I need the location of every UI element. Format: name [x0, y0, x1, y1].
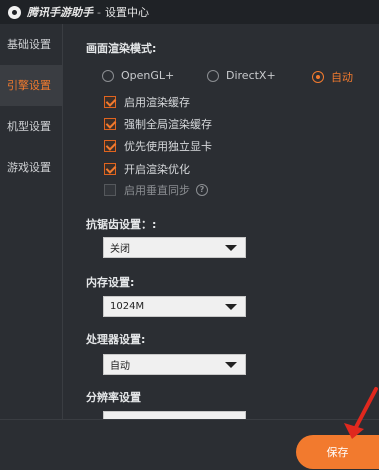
- checkbox-label: 开启渲染优化: [124, 163, 190, 176]
- checkbox-box: [104, 96, 116, 108]
- checkbox-box: [104, 184, 116, 196]
- checkbox-label: 启用垂直同步: [124, 184, 190, 197]
- help-icon[interactable]: ?: [196, 184, 208, 196]
- chevron-down-icon: [225, 245, 237, 251]
- select-value: 自动: [110, 361, 130, 372]
- title-bar: 腾讯手游助手 - 设置中心: [0, 0, 379, 24]
- title-separator: -: [97, 5, 101, 19]
- checkbox-box: [104, 140, 116, 152]
- sidebar-item-basic[interactable]: 基础设置: [0, 24, 62, 65]
- checkbox-vsync[interactable]: 启用垂直同步 ?: [104, 182, 208, 198]
- sidebar-item-game[interactable]: 游戏设置: [0, 147, 62, 188]
- chevron-down-icon: [225, 362, 237, 368]
- checkbox-label: 强制全局渲染缓存: [124, 118, 212, 131]
- sidebar: 基础设置 引擎设置 机型设置 游戏设置: [0, 24, 63, 419]
- resolution-select[interactable]: [103, 411, 246, 419]
- checkbox-label: 启用渲染缓存: [124, 96, 190, 109]
- render-mode-options: OpenGL+ DirectX+ 自动: [102, 69, 379, 85]
- checkbox-box: [104, 118, 116, 130]
- radio-circle: [312, 71, 324, 83]
- radio-opengl[interactable]: OpenGL+: [102, 69, 174, 82]
- window-title: 设置中心: [104, 6, 149, 19]
- annotation-arrow: [344, 387, 378, 439]
- radio-label: OpenGL+: [121, 69, 175, 82]
- antialias-title: 抗锯齿设置：:: [86, 218, 157, 231]
- select-value: 1024M: [110, 301, 145, 312]
- sidebar-item-device[interactable]: 机型设置: [0, 106, 62, 147]
- cpu-title: 处理器设置:: [86, 333, 146, 346]
- antialias-select[interactable]: 关闭: [103, 237, 246, 258]
- checkbox-box: [104, 163, 116, 175]
- checkbox-force-global-cache[interactable]: 强制全局渲染缓存: [104, 116, 212, 132]
- app-logo-icon: [8, 5, 21, 19]
- checkbox-render-optimize[interactable]: 开启渲染优化: [104, 161, 190, 177]
- radio-label: 自动: [331, 71, 353, 84]
- radio-directx[interactable]: DirectX+: [207, 69, 276, 82]
- chevron-down-icon: [225, 304, 237, 310]
- render-mode-title: 画面渲染模式:: [86, 42, 157, 55]
- radio-label: DirectX+: [226, 69, 276, 82]
- checkbox-render-cache[interactable]: 启用渲染缓存: [104, 94, 190, 110]
- radio-circle: [207, 69, 219, 82]
- sidebar-item-engine[interactable]: 引擎设置: [0, 65, 62, 106]
- resolution-title: 分辨率设置: [86, 391, 141, 404]
- memory-title: 内存设置:: [86, 276, 135, 289]
- memory-select[interactable]: 1024M: [103, 296, 246, 317]
- radio-auto[interactable]: 自动: [312, 69, 353, 85]
- app-name: 腾讯手游助手: [27, 6, 93, 19]
- cpu-select[interactable]: 自动: [103, 354, 246, 375]
- checkbox-dedicated-gpu[interactable]: 优先使用独立显卡: [104, 138, 212, 154]
- engine-settings-panel: 画面渲染模式: OpenGL+ DirectX+ 自动 启用渲染缓存 强制全局渲…: [64, 24, 379, 419]
- checkbox-label: 优先使用独立显卡: [124, 140, 212, 153]
- select-value: 关闭: [110, 244, 130, 255]
- radio-circle: [102, 69, 114, 82]
